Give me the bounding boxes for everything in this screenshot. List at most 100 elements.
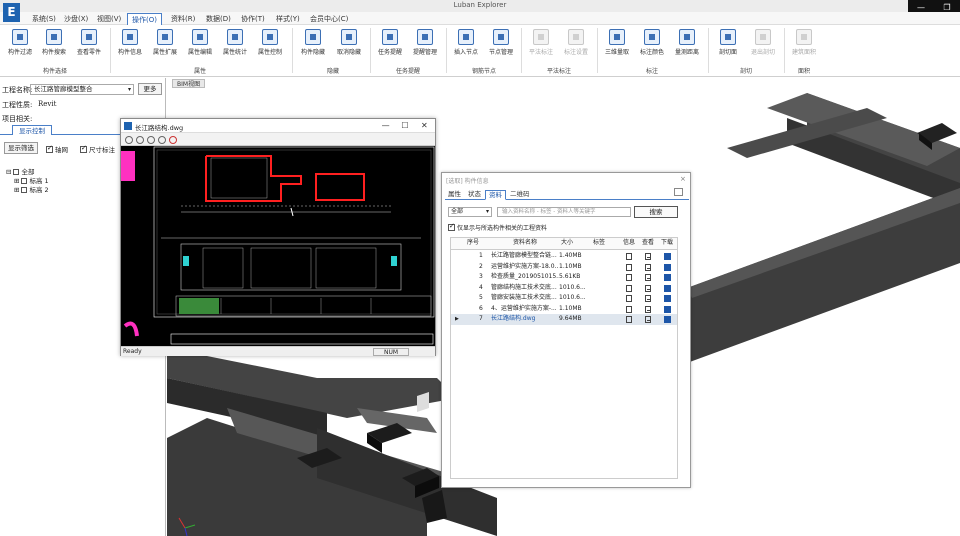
menu-collab[interactable]: 协作(T) bbox=[237, 13, 269, 25]
info-icon[interactable] bbox=[626, 305, 632, 313]
download-icon[interactable] bbox=[664, 263, 671, 271]
tab-property[interactable]: 属性 bbox=[445, 190, 464, 200]
tab-materials[interactable]: 资料 bbox=[485, 190, 506, 200]
task-reminder-button[interactable]: 任务提醒 bbox=[375, 29, 405, 63]
search-input[interactable]: 输入资料名称 - 标签 - 资料人等关键字 bbox=[497, 207, 631, 217]
building-area-button[interactable]: 建筑面积 bbox=[789, 29, 819, 63]
table-row[interactable]: 2 运营维护实施方案-18.0... 1.10MB bbox=[451, 262, 677, 273]
info-icon[interactable] bbox=[626, 284, 632, 292]
project-select[interactable]: 长江路管廊模型整合 ▾ bbox=[30, 84, 134, 95]
download-icon[interactable] bbox=[664, 305, 671, 313]
zoom-out-icon[interactable] bbox=[147, 136, 155, 144]
section-plane-button[interactable]: 剖切面 bbox=[713, 29, 743, 63]
view-icon[interactable] bbox=[645, 316, 651, 323]
menu-data[interactable]: 资料(R) bbox=[167, 13, 199, 25]
view-parts-button[interactable]: 查看零件 bbox=[75, 29, 103, 63]
property-extend-button[interactable]: 属性扩展 bbox=[151, 29, 179, 63]
download-icon[interactable] bbox=[664, 284, 671, 292]
property-control-button[interactable]: 属性控制 bbox=[256, 29, 284, 63]
maximize-button[interactable]: ☐ bbox=[395, 120, 414, 132]
pin-icon[interactable] bbox=[674, 188, 683, 196]
cell-no: 3 bbox=[479, 273, 483, 280]
download-icon[interactable] bbox=[664, 295, 671, 302]
zoom-in-icon[interactable] bbox=[136, 136, 144, 144]
table-row[interactable]: ▶ 7 长江路结构.dwg 9.64MB bbox=[451, 314, 677, 325]
property-edit-button[interactable]: 属性编辑 bbox=[186, 29, 214, 63]
download-icon[interactable] bbox=[664, 316, 671, 323]
only-related-checkbox[interactable]: 仅显示与所选构件相关的工程资料 bbox=[448, 222, 547, 232]
dwg-viewer-window[interactable]: 长江路结构.dwg — ☐ ✕ Ready NUM bbox=[120, 118, 436, 356]
node-manage-button[interactable]: 节点管理 bbox=[486, 29, 516, 63]
component-info-panel[interactable]: [选取] 构件信息 × 属性 状态 资料 二维码 全部 ▾ 输入资料名称 - 标签… bbox=[441, 172, 691, 488]
minimize-button[interactable]: — bbox=[376, 120, 395, 132]
download-icon[interactable] bbox=[664, 274, 671, 281]
table-row[interactable]: 5 管廊安装施工技术交底... 1010.6... bbox=[451, 293, 677, 304]
info-icon[interactable] bbox=[626, 253, 632, 260]
menu-operate[interactable]: 操作(O) bbox=[127, 13, 162, 25]
unhide-icon bbox=[341, 29, 357, 45]
menu-member[interactable]: 会员中心(C) bbox=[306, 13, 352, 25]
annotation-settings-button[interactable]: 标注设置 bbox=[561, 29, 591, 63]
view-icon[interactable] bbox=[645, 295, 651, 302]
tab-qrcode[interactable]: 二维码 bbox=[507, 190, 533, 200]
cell-size: 1010.6... bbox=[559, 283, 586, 291]
view-icon[interactable] bbox=[645, 263, 651, 271]
tab-bim-view[interactable]: BIM视图 bbox=[172, 79, 206, 88]
download-icon[interactable] bbox=[664, 253, 671, 260]
grid-icon bbox=[157, 29, 173, 45]
group-label-area: 面积 bbox=[797, 68, 810, 75]
display-filter-button[interactable]: 显示筛选 bbox=[4, 142, 38, 154]
hide-component-button[interactable]: 构件隐藏 bbox=[298, 29, 328, 63]
reminder-manage-button[interactable]: 提醒管理 bbox=[410, 29, 440, 63]
tree-item-level-2[interactable]: ⊞ 标高 2 bbox=[14, 184, 49, 194]
menu-view[interactable]: 视图(V) bbox=[93, 13, 125, 25]
component-search-button[interactable]: 构件搜索 bbox=[40, 29, 68, 63]
section-icon bbox=[720, 29, 736, 45]
info-icon[interactable] bbox=[626, 263, 632, 271]
unhide-button[interactable]: 取消隐藏 bbox=[334, 29, 364, 63]
axis-checkbox[interactable]: 轴网 bbox=[46, 144, 68, 154]
component-info-button[interactable]: 构件信息 bbox=[116, 29, 144, 63]
app-title: Luban Explorer bbox=[453, 1, 507, 9]
col-download: 下载 bbox=[661, 239, 674, 246]
insert-node-button[interactable]: 插入节点 bbox=[451, 29, 481, 63]
component-filter-button[interactable]: 构件过滤 bbox=[6, 29, 34, 63]
menu-system[interactable]: 系统(S) bbox=[28, 13, 60, 25]
table-row[interactable]: 6 4、运营维护实施方案-... 1.10MB bbox=[451, 304, 677, 315]
view-icon[interactable] bbox=[645, 305, 651, 313]
table-row[interactable]: 1 长江路管廊模型整合链... 1.40MB bbox=[451, 251, 677, 262]
property-stats-button[interactable]: 属性统计 bbox=[221, 29, 249, 63]
app-logo-icon bbox=[124, 122, 132, 130]
info-icon[interactable] bbox=[626, 295, 632, 302]
3d-measure-button[interactable]: 三维量取 bbox=[602, 29, 632, 63]
tab-display-control[interactable]: 显示控制 bbox=[12, 125, 52, 135]
search-button[interactable]: 搜索 bbox=[634, 206, 678, 218]
dimension-checkbox[interactable]: 尺寸标注 bbox=[80, 144, 115, 154]
more-button[interactable]: 更多 bbox=[138, 83, 162, 95]
close-icon[interactable]: × bbox=[680, 175, 686, 183]
cell-no: 5 bbox=[479, 294, 483, 301]
pan-icon[interactable] bbox=[169, 136, 177, 144]
cell-size: 1010.6... bbox=[559, 294, 586, 301]
close-button[interactable]: ✕ bbox=[415, 120, 434, 132]
measure-distance-button[interactable]: 量测距离 bbox=[672, 29, 702, 63]
annotation-color-button[interactable]: 标注颜色 bbox=[637, 29, 667, 63]
table-row[interactable]: 4 管廊结构施工技术交底... 1010.6... bbox=[451, 283, 677, 294]
info-icon[interactable] bbox=[626, 274, 632, 281]
view-icon[interactable] bbox=[645, 284, 651, 292]
dwg-title-bar[interactable]: 长江路结构.dwg — ☐ ✕ bbox=[121, 119, 435, 133]
menu-sandbox[interactable]: 沙盘(X) bbox=[60, 13, 92, 25]
exit-section-button[interactable]: 退出剖切 bbox=[748, 29, 778, 63]
tab-status[interactable]: 状态 bbox=[465, 190, 484, 200]
zoom-icon[interactable] bbox=[125, 136, 133, 144]
flat-annotation-button[interactable]: 平法标注 bbox=[526, 29, 556, 63]
view-icon[interactable] bbox=[645, 253, 651, 260]
menu-style[interactable]: 样式(Y) bbox=[272, 13, 304, 25]
view-icon[interactable] bbox=[645, 274, 651, 281]
category-select[interactable]: 全部 ▾ bbox=[448, 207, 492, 217]
menu-numbers[interactable]: 数据(D) bbox=[202, 13, 235, 25]
zoom-fit-icon[interactable] bbox=[158, 136, 166, 144]
dwg-canvas[interactable] bbox=[121, 146, 435, 346]
info-icon[interactable] bbox=[626, 316, 632, 323]
table-row[interactable]: 3 检查质量_2019051015... 5.61KB bbox=[451, 272, 677, 283]
